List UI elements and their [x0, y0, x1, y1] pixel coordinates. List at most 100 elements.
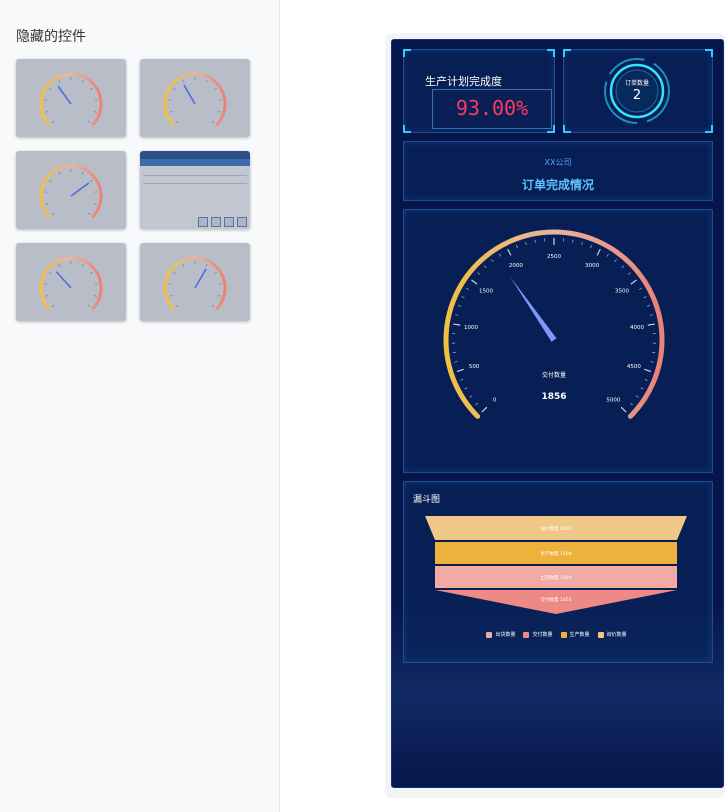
gauge-tick [647, 323, 655, 326]
gauge-needle [509, 275, 557, 342]
widget-thumbnail-gauge[interactable] [140, 59, 250, 137]
legend-swatch [597, 631, 604, 638]
orders-value: 2 [633, 88, 641, 103]
gauge-tick [466, 287, 469, 290]
gauge-label: 交付数量 [542, 371, 566, 379]
funnel-panel[interactable]: 漏斗图 询价数量 2000 生产数量 1500 出货数量 1000 交付数量 1856… [403, 481, 713, 663]
gauge-value: 1856 [541, 392, 566, 402]
orders-label: 订单数量 [625, 79, 649, 87]
gauge-tick [469, 395, 473, 398]
gauge-tick [534, 239, 536, 243]
gauge-tick [572, 239, 574, 243]
gauge-tick [630, 402, 633, 406]
gauge-tick [644, 368, 652, 373]
legend-label: 生产数量 [569, 632, 590, 638]
gauge-tick [453, 323, 461, 326]
header-panel[interactable]: XX公司 订单完成情况 [403, 141, 713, 201]
gauge-tick [630, 279, 637, 285]
gauge-tick-label: 0 [493, 397, 497, 403]
funnel-legend: 出货数量 交付数量 生产数量 询价数量 [404, 631, 709, 638]
gauge-tick [525, 241, 527, 246]
gauge-tick [516, 245, 518, 249]
gauge-thumbnail-icon [39, 164, 103, 219]
gauge-tick [620, 406, 627, 413]
gauge-tick [621, 265, 625, 269]
gauge-tick-label: 3000 [585, 263, 599, 269]
gauge-tick-label: 1500 [479, 289, 493, 295]
gauge-tick [643, 296, 647, 299]
legend-label: 询价数量 [606, 632, 627, 638]
funnel-legend-item[interactable]: 询价数量 [597, 631, 627, 638]
legend-swatch [523, 631, 530, 638]
widget-thumbnail-table[interactable] [140, 151, 250, 229]
table-thumbnail-header [140, 151, 250, 159]
widget-thumbnail-gauge[interactable] [16, 151, 126, 229]
gauge-tick [455, 314, 459, 316]
progress-panel[interactable]: 生产计划完成度 93.00% [403, 49, 555, 133]
gauge-tick [606, 253, 609, 257]
gauge-thumbnail-icon [39, 256, 103, 311]
table-thumbnail-pager [143, 217, 247, 227]
gauge-tick [499, 253, 502, 257]
gauge-tick-label: 4000 [630, 325, 644, 331]
widget-thumbnail-gauge[interactable] [16, 59, 126, 137]
funnel-stage-label: 出货数量 1000 [541, 574, 572, 581]
gauge-tick [649, 314, 653, 316]
funnel-legend-item[interactable]: 交付数量 [523, 631, 553, 638]
legend-swatch [560, 631, 567, 638]
gauge-tick [483, 265, 487, 269]
gauge-tick [464, 387, 468, 390]
gauge-tick [628, 272, 631, 275]
gauge-tick [647, 305, 651, 307]
gauge-tick [640, 387, 644, 390]
gauge-thumbnail-icon [163, 72, 227, 127]
gauge-tick [477, 272, 480, 275]
board-title: 订单完成情况 [521, 178, 594, 192]
gauge-tick [590, 245, 592, 249]
widget-thumbnail-gauge[interactable] [140, 243, 250, 321]
gauge-tick [454, 361, 458, 363]
gauge-tick [471, 279, 478, 285]
progress-display: 93.00% [432, 89, 552, 129]
legend-label: 出货数量 [495, 632, 516, 638]
gauge-tick [475, 402, 478, 406]
funnel-stage-label: 生产数量 1500 [541, 550, 572, 557]
table-thumbnail-row [143, 169, 247, 176]
gauge-tick [635, 395, 639, 398]
gauge-tick [491, 259, 494, 262]
funnel-legend-item[interactable]: 生产数量 [560, 631, 590, 638]
gauge-tick [614, 259, 617, 262]
gauge-tick [461, 296, 465, 299]
gauge-tick [581, 241, 583, 246]
company-name: XX公司 [544, 158, 572, 167]
gauge-tick [456, 368, 464, 373]
gauge-tick [650, 361, 654, 363]
progress-value: 93.00% [455, 96, 529, 120]
gauge-tick [457, 305, 461, 307]
gauge-tick-label: 4500 [627, 364, 641, 370]
gauge-thumbnail-icon [163, 256, 227, 311]
gauge-chart: 0 500 1000 1500 2000 2500 3000 3500 4000 4500 5000… [443, 229, 665, 419]
legend-label: 交付数量 [532, 632, 553, 638]
hidden-widgets-panel: 隐藏的控件 [0, 0, 280, 812]
orders-ring-icon: 订单数量 2 [604, 58, 670, 124]
gauge-tick-label: 1000 [464, 325, 478, 331]
dashboard-canvas: 生产计划完成度 93.00% 订单数量 2 XX公司 订单完成情况 0 500 … [391, 39, 724, 788]
gauge-tick [596, 248, 601, 256]
gauge-thumbnail-icon [39, 72, 103, 127]
table-thumbnail-row [143, 177, 247, 184]
widget-thumbnail-gauge[interactable] [16, 243, 126, 321]
gauge-tick [460, 379, 464, 381]
legend-swatch [486, 631, 493, 638]
funnel-stage-label: 交付数量 1856 [541, 596, 572, 603]
funnel-legend-item[interactable]: 出货数量 [486, 631, 515, 638]
orders-panel[interactable]: 订单数量 2 [563, 49, 713, 133]
gauge-tick [481, 406, 488, 413]
hidden-widgets-title: 隐藏的控件 [16, 29, 86, 45]
gauge-panel[interactable]: 0 500 1000 1500 2000 2500 3000 3500 4000 4500 5000… [403, 209, 713, 473]
gauge-tick-label: 2500 [547, 254, 561, 260]
gauge-tick-label: 2000 [509, 263, 523, 269]
gauge-tick-label: 3500 [615, 289, 629, 295]
funnel-stage-label: 询价数量 2000 [541, 525, 572, 532]
gauge-tick-label: 500 [469, 364, 480, 370]
